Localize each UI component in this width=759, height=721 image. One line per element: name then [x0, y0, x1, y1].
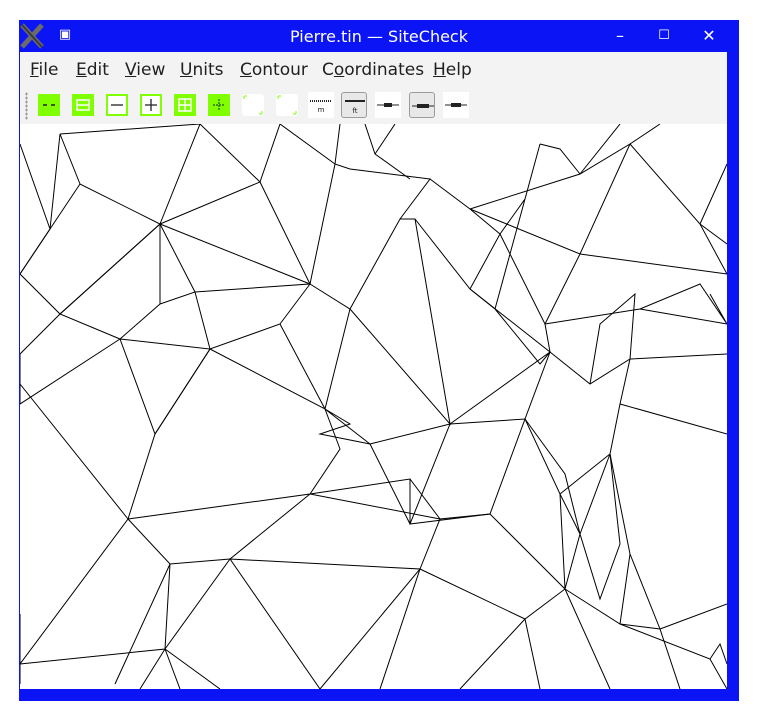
menu-file-accel: F — [30, 60, 39, 80]
title-bar[interactable]: ▣ Pierre.tin — SiteCheck – ☐ ✕ — [19, 20, 739, 52]
zoom-in-both-button[interactable] — [72, 94, 94, 116]
svg-text:m: m — [318, 106, 325, 114]
toolbar-grip[interactable] — [25, 92, 28, 120]
blank-button-2[interactable] — [276, 94, 298, 116]
zoom-out-both-button[interactable] — [38, 94, 60, 116]
menu-contour-label: ontour — [251, 60, 308, 80]
menu-coordinates[interactable]: Coordinates — [322, 60, 424, 80]
grid-icon — [178, 98, 192, 112]
menu-coordinates-accel: o — [333, 60, 345, 80]
menu-view-accel: V — [125, 60, 137, 80]
menu-contour[interactable]: Contour — [240, 60, 308, 80]
line-thick-button[interactable] — [443, 92, 469, 118]
menu-edit-label: dit — [86, 60, 109, 80]
menu-units-label: nits — [192, 60, 224, 80]
menu-contour-accel: C — [240, 60, 252, 80]
line-thin-button[interactable] — [375, 92, 401, 118]
menu-bar: File Edit View Units Contour Coordinates… — [20, 52, 727, 88]
scale-m-icon: m — [310, 100, 332, 114]
window-bottom-border — [19, 689, 739, 701]
grid-button[interactable] — [174, 94, 196, 116]
menu-view-label: iew — [136, 60, 166, 80]
app-window: ▣ Pierre.tin — SiteCheck – ☐ ✕ File Edit… — [19, 20, 739, 701]
blank-icon — [243, 95, 263, 115]
scale-ft-icon: ft — [345, 100, 365, 115]
zoom-out-icon — [111, 104, 123, 106]
maximize-button[interactable]: ☐ — [651, 24, 677, 48]
zoom-in-icon — [145, 99, 157, 111]
triangulation-mesh — [20, 124, 727, 689]
menu-file[interactable]: File — [30, 60, 58, 80]
zoom-in-button[interactable] — [140, 94, 162, 116]
menu-edit-accel: E — [76, 60, 87, 80]
menu-units-accel: U — [180, 60, 193, 80]
minimize-button[interactable]: – — [607, 24, 633, 48]
svg-text:ft: ft — [352, 107, 357, 115]
zoom-out-button[interactable] — [106, 94, 128, 116]
blank-button-1[interactable] — [242, 94, 264, 116]
menu-help[interactable]: Help — [433, 60, 472, 80]
line-thin-icon — [377, 103, 399, 107]
line-medium-icon — [412, 104, 434, 108]
toolbar: m ft — [20, 88, 727, 124]
menu-coordinates-label: ordinates — [344, 60, 425, 80]
zoom-out-both-icon — [43, 104, 55, 106]
menu-file-label: ile — [38, 60, 59, 80]
tin-canvas[interactable] — [20, 124, 727, 689]
scale-ft-button[interactable]: ft — [341, 92, 367, 118]
zoom-in-both-icon — [76, 99, 90, 111]
blank-icon — [277, 95, 297, 115]
menu-coordinates-pre: C — [322, 60, 334, 80]
line-thick-icon — [445, 103, 467, 107]
close-button[interactable]: ✕ — [696, 24, 722, 48]
menu-help-label: elp — [445, 60, 472, 80]
menu-units[interactable]: Units — [180, 60, 223, 80]
menu-edit[interactable]: Edit — [76, 60, 109, 80]
scale-m-button[interactable]: m — [308, 92, 334, 118]
menu-view[interactable]: View — [125, 60, 165, 80]
crosshair-button[interactable] — [208, 94, 230, 116]
crosshair-icon — [213, 99, 225, 111]
menu-help-accel: H — [433, 60, 446, 80]
line-medium-button[interactable] — [409, 92, 435, 118]
